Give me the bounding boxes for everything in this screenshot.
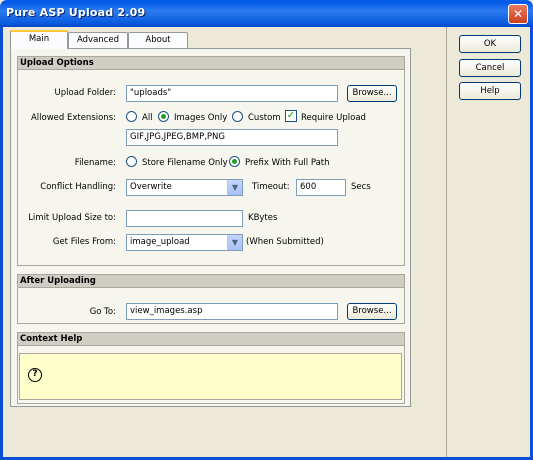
goto-label: Go To: [89, 307, 116, 317]
timeout-input[interactable]: 600 [296, 179, 346, 196]
filename-store-only-radio[interactable] [126, 156, 137, 167]
get-files-select[interactable]: image_upload ▼ [126, 234, 243, 251]
get-files-note: (When Submitted) [246, 237, 324, 247]
context-help-area: ? [19, 353, 402, 400]
conflict-handling-label: Conflict Handling: [40, 182, 116, 192]
goto-browse-button[interactable]: Browse... [347, 303, 397, 320]
help-button[interactable]: Help [459, 82, 521, 100]
chevron-down-icon: ▼ [227, 235, 242, 250]
close-button[interactable]: ✕ [508, 4, 528, 24]
chevron-down-icon: ▼ [227, 180, 242, 195]
filename-label: Filename: [74, 158, 116, 168]
extensions-input[interactable]: GIF,JPG,JPEG,BMP,PNG [126, 129, 338, 146]
limit-size-unit: KBytes [248, 213, 278, 223]
tab-about-label: About [145, 35, 171, 45]
ext-custom-label: Custom [248, 113, 281, 123]
conflict-handling-value: Overwrite [130, 182, 172, 192]
tab-about[interactable]: About [128, 32, 188, 49]
filename-prefix-path-label: Prefix With Full Path [245, 158, 330, 168]
ext-custom-radio[interactable] [232, 111, 243, 122]
ext-images-only-radio[interactable] [158, 111, 169, 122]
timeout-unit: Secs [351, 182, 371, 192]
window-title: Pure ASP Upload 2.09 [6, 6, 146, 19]
ext-all-radio[interactable] [126, 111, 137, 122]
upload-folder-input[interactable]: "uploads" [126, 85, 338, 102]
limit-size-input[interactable] [126, 210, 243, 227]
checkmark-icon: ✓ [286, 110, 296, 121]
filename-prefix-path-radio[interactable] [229, 156, 240, 167]
upload-options-header: Upload Options [17, 56, 405, 70]
upload-folder-browse-button[interactable]: Browse... [347, 85, 397, 102]
timeout-label: Timeout: [252, 182, 290, 192]
divider [446, 27, 447, 457]
filename-store-only-label: Store Filename Only [142, 158, 228, 168]
upload-folder-label: Upload Folder: [54, 88, 116, 98]
tab-main[interactable]: Main [10, 30, 68, 49]
goto-input[interactable]: view_images.asp [126, 303, 338, 320]
cancel-button[interactable]: Cancel [459, 59, 521, 77]
tab-advanced-label: Advanced [77, 35, 119, 45]
tab-main-label: Main [28, 34, 50, 44]
ok-button[interactable]: OK [459, 35, 521, 53]
context-help-header: Context Help [17, 332, 405, 346]
tab-advanced[interactable]: Advanced [68, 32, 128, 49]
conflict-handling-select[interactable]: Overwrite ▼ [126, 179, 243, 196]
ext-images-only-label: Images Only [174, 113, 228, 123]
get-files-label: Get Files From: [52, 237, 116, 247]
limit-size-label: Limit Upload Size to: [28, 213, 116, 223]
close-icon: ✕ [512, 7, 524, 21]
after-uploading-header: After Uploading [17, 274, 405, 288]
title-bar: Pure ASP Upload 2.09 ✕ [0, 0, 533, 27]
allowed-extensions-label: Allowed Extensions: [30, 113, 116, 123]
question-icon: ? [28, 368, 42, 382]
ext-all-label: All [142, 113, 153, 123]
get-files-value: image_upload [130, 237, 190, 247]
require-upload-label: Require Upload [301, 113, 366, 123]
require-upload-checkbox[interactable]: ✓ [285, 110, 297, 122]
